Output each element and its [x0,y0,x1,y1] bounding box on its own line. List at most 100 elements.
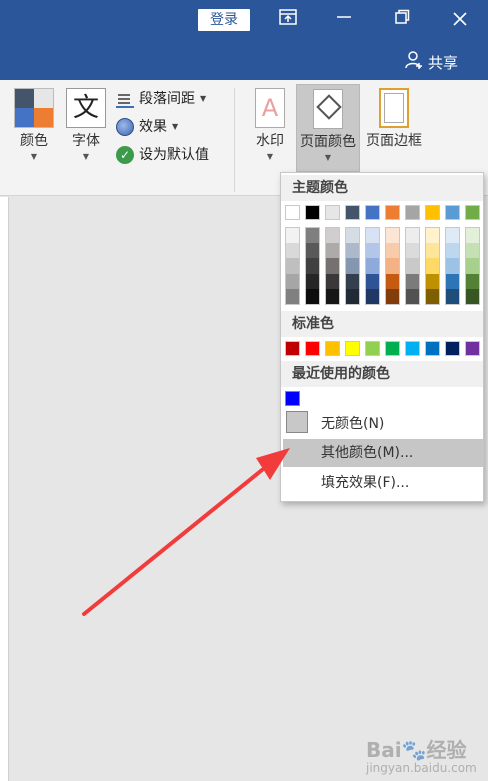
standard-color-swatch[interactable] [465,341,480,356]
standard-color-swatch[interactable] [305,341,320,356]
standard-color-swatch[interactable] [365,341,380,356]
chevron-down-icon: ▼ [324,153,332,162]
theme-color-shade-swatch[interactable] [465,289,480,305]
theme-color-shade-swatch[interactable] [325,289,340,305]
colors-label: 颜色 [20,133,48,149]
standard-color-swatch[interactable] [405,341,420,356]
standard-color-swatch[interactable] [425,341,440,356]
theme-color-shade-swatch[interactable] [325,227,340,243]
theme-color-shade-swatch[interactable] [325,242,340,258]
title-bar: 登录 共享 [0,0,488,80]
theme-color-swatch[interactable] [365,205,380,220]
share-button[interactable]: 共享 [404,51,458,74]
more-colors-item[interactable]: 其他颜色(M)... [283,439,483,467]
theme-color-shade-swatch[interactable] [405,273,420,289]
theme-color-shade-swatch[interactable] [365,227,380,243]
login-button[interactable]: 登录 [198,9,250,31]
chevron-down-icon: ▼ [82,152,90,161]
theme-color-shade-swatch[interactable] [305,258,320,274]
theme-color-shade-swatch[interactable] [305,227,320,243]
theme-color-shade-swatch[interactable] [405,258,420,274]
theme-color-swatch[interactable] [465,205,480,220]
fonts-button[interactable]: 文 字体 ▼ [64,88,108,161]
theme-color-shade-swatch[interactable] [285,289,300,305]
theme-color-shade-swatch[interactable] [385,258,400,274]
theme-color-shade-swatch[interactable] [325,273,340,289]
theme-color-shade-column [285,227,300,305]
theme-color-shade-swatch[interactable] [445,242,460,258]
theme-color-shade-swatch[interactable] [305,273,320,289]
theme-color-swatch[interactable] [385,205,400,220]
theme-color-shade-swatch[interactable] [385,273,400,289]
theme-color-shade-swatch[interactable] [305,242,320,258]
theme-color-shade-swatch[interactable] [425,258,440,274]
restore-icon[interactable] [384,6,420,34]
set-as-default-button[interactable]: ✓ 设为默认值 [116,144,209,166]
paragraph-spacing-button[interactable]: 段落间距 ▼ [116,88,206,110]
theme-color-shade-swatch[interactable] [385,227,400,243]
theme-color-shade-swatch[interactable] [345,242,360,258]
theme-color-swatch[interactable] [325,205,340,220]
effects-icon [116,118,134,136]
watermark-label: 水印 [256,133,284,149]
theme-color-shade-swatch[interactable] [365,258,380,274]
standard-color-swatch[interactable] [285,341,300,356]
theme-color-shade-swatch[interactable] [425,273,440,289]
page-borders-button[interactable]: 页面边框 [362,88,426,150]
theme-color-shade-swatch[interactable] [385,242,400,258]
theme-color-swatch[interactable] [425,205,440,220]
theme-color-shade-swatch[interactable] [405,227,420,243]
close-icon[interactable] [442,6,478,34]
theme-color-shade-swatch[interactable] [325,258,340,274]
theme-color-shade-swatch[interactable] [285,258,300,274]
theme-color-shade-swatch[interactable] [365,289,380,305]
theme-color-shade-column [445,227,460,305]
theme-color-shade-swatch[interactable] [285,242,300,258]
theme-color-shade-swatch[interactable] [425,289,440,305]
theme-color-swatch[interactable] [445,205,460,220]
minimize-icon[interactable] [326,6,362,34]
theme-color-swatch[interactable] [345,205,360,220]
theme-color-shade-swatch[interactable] [425,227,440,243]
theme-color-shade-swatch[interactable] [365,242,380,258]
paragraph-spacing-icon [116,90,134,108]
watermark-brand: Bai [366,738,402,762]
theme-color-shade-swatch[interactable] [445,289,460,305]
colors-button[interactable]: 颜色 ▼ [12,88,56,161]
watermark-brand-suffix: 经验 [426,738,467,762]
theme-color-swatch[interactable] [305,205,320,220]
theme-color-shade-swatch[interactable] [445,258,460,274]
theme-color-shade-swatch[interactable] [345,273,360,289]
watermark-button[interactable]: A 水印 ▼ [246,88,294,161]
theme-color-shade-swatch[interactable] [305,289,320,305]
standard-color-swatch[interactable] [385,341,400,356]
theme-color-shade-swatch[interactable] [465,258,480,274]
theme-color-shade-swatch[interactable] [345,227,360,243]
theme-color-shade-swatch[interactable] [285,227,300,243]
standard-color-swatch[interactable] [325,341,340,356]
theme-color-shade-swatch[interactable] [445,273,460,289]
theme-color-shade-swatch[interactable] [405,289,420,305]
ribbon-display-options-icon[interactable] [270,6,306,34]
theme-color-swatch[interactable] [285,205,300,220]
theme-colors-header: 主题颜色 [281,175,483,201]
theme-color-shade-swatch[interactable] [445,227,460,243]
theme-color-shade-swatch[interactable] [365,273,380,289]
theme-color-shade-swatch[interactable] [385,289,400,305]
no-color-item[interactable]: 无颜色(N) [283,409,483,437]
theme-color-swatch[interactable] [405,205,420,220]
page-color-button[interactable]: 页面颜色 ▼ [296,84,360,172]
theme-color-shade-swatch[interactable] [345,258,360,274]
recent-color-swatch[interactable] [285,391,300,406]
theme-color-shade-swatch[interactable] [405,242,420,258]
theme-color-shade-swatch[interactable] [285,273,300,289]
effects-button[interactable]: 效果 ▼ [116,116,178,138]
theme-color-shade-swatch[interactable] [425,242,440,258]
theme-color-shade-swatch[interactable] [465,242,480,258]
theme-color-shade-swatch[interactable] [465,273,480,289]
theme-color-shade-swatch[interactable] [345,289,360,305]
fill-effects-item[interactable]: 填充效果(F)... [283,469,483,497]
standard-color-swatch[interactable] [445,341,460,356]
theme-color-shade-swatch[interactable] [465,227,480,243]
standard-color-swatch[interactable] [345,341,360,356]
